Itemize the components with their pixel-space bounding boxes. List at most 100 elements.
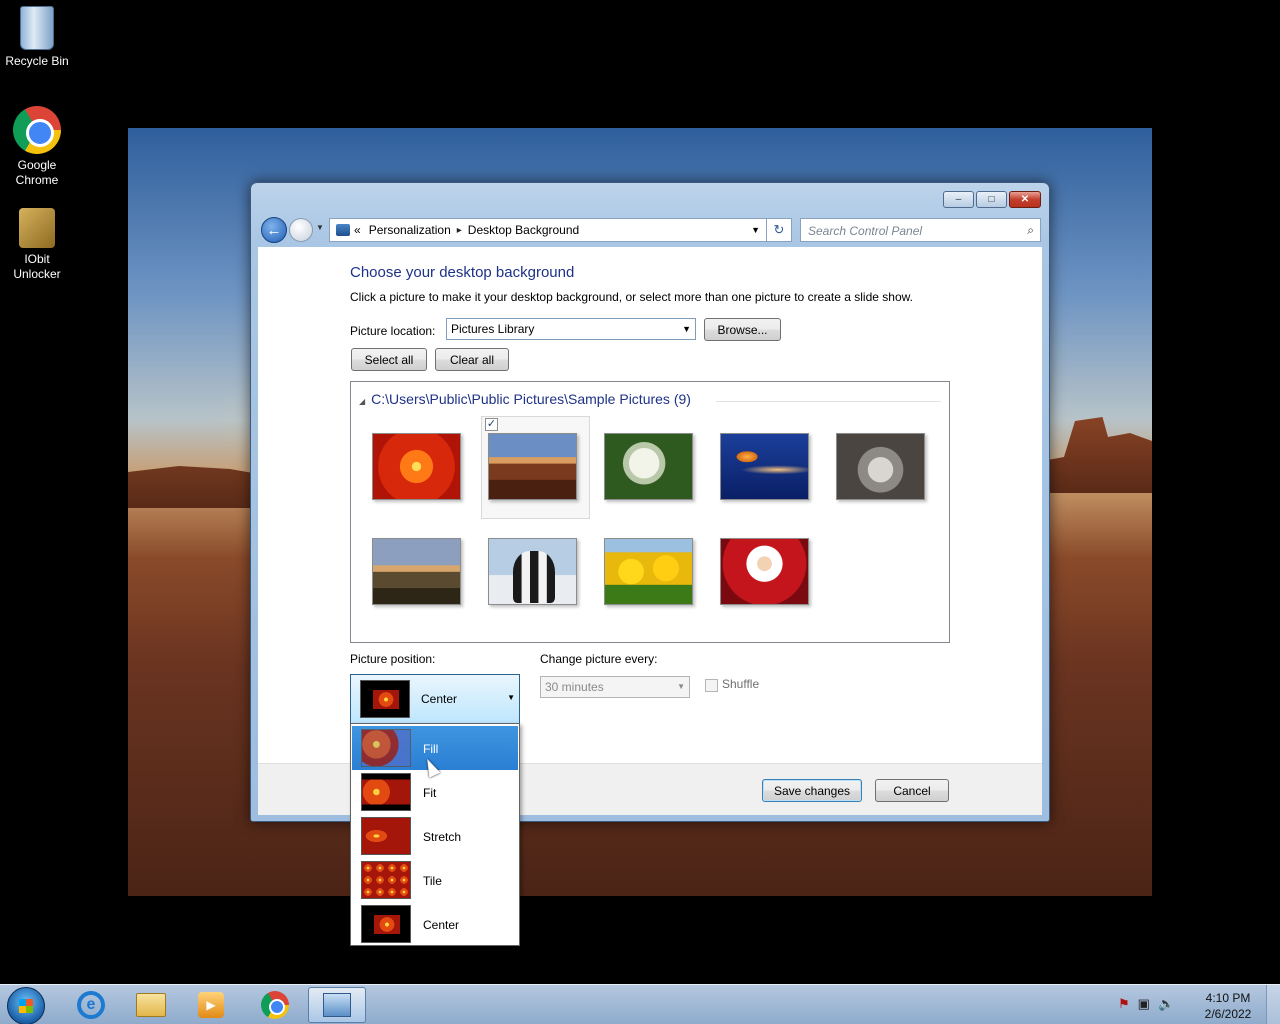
desktop-icon-iobit-unlocker[interactable]: IObit Unlocker — [0, 204, 74, 282]
picture-position-dropdown[interactable]: Fill Fit Stretch Tile Center — [350, 723, 520, 946]
action-center-flag-icon[interactable]: ⚑ — [1118, 996, 1130, 1012]
breadcrumb-desktop-background[interactable]: Desktop Background — [468, 223, 579, 237]
chevron-down-icon: ▼ — [677, 682, 685, 691]
center-preview-icon — [361, 905, 411, 943]
picture-position-label: Picture position: — [350, 652, 436, 666]
start-button[interactable] — [7, 987, 45, 1024]
fill-preview-icon — [361, 729, 411, 767]
system-tray: ⚑ ▣ 🔈 — [1118, 996, 1174, 1012]
search-input[interactable]: Search Control Panel ⌕ — [800, 218, 1041, 242]
breadcrumb-overflow[interactable]: « — [354, 223, 361, 237]
picture-location-label: Picture location: — [350, 324, 436, 338]
picture-thumbnail-desert[interactable] — [488, 433, 577, 500]
page-title: Choose your desktop background — [350, 264, 575, 281]
refresh-button[interactable]: ↻ — [767, 218, 792, 242]
desktop-icon-label: IObit Unlocker — [13, 252, 61, 281]
taskbar-control-panel[interactable] — [308, 987, 366, 1023]
picture-thumbnail-lighthouse[interactable] — [372, 538, 461, 605]
desktop-icon-label: Recycle Bin — [5, 54, 69, 68]
picture-thumbnail-tulips[interactable] — [604, 538, 693, 605]
taskbar-internet-explorer[interactable]: e — [62, 987, 120, 1023]
picture-thumbnail-santa[interactable] — [720, 538, 809, 605]
picture-position-value: Center — [421, 692, 458, 706]
picture-location-value: Pictures Library — [451, 322, 535, 336]
picture-list[interactable]: ◢ C:\Users\Public\Public Pictures\Sample … — [350, 381, 950, 643]
taskbar-clock[interactable]: 4:10 PM 2/6/2022 — [1196, 990, 1260, 1022]
forward-button[interactable] — [289, 218, 313, 242]
option-tile[interactable]: Tile — [352, 858, 518, 902]
cancel-button[interactable]: Cancel — [875, 779, 949, 802]
maximize-button[interactable]: □ — [976, 191, 1007, 208]
center-preview-icon — [360, 680, 410, 718]
page-description: Click a picture to make it your desktop … — [350, 290, 913, 304]
option-label: Fill — [423, 742, 439, 756]
show-desktop-button[interactable] — [1266, 985, 1280, 1024]
breadcrumb-separator-icon[interactable]: ▸ — [457, 225, 462, 236]
search-icon[interactable]: ⌕ — [1027, 223, 1034, 238]
navigation-bar: ← ▼ « Personalization ▸ Desktop Backgrou… — [259, 215, 1041, 243]
desktop-icon-chrome[interactable]: Google Chrome — [0, 106, 74, 188]
option-fit[interactable]: Fit — [352, 770, 518, 814]
caption-buttons: – □ ✕ — [943, 191, 1041, 208]
close-button[interactable]: ✕ — [1009, 191, 1041, 208]
chevron-down-icon: ▼ — [507, 693, 515, 702]
chrome-icon — [261, 991, 289, 1019]
option-label: Fit — [423, 786, 437, 800]
clear-all-button[interactable]: Clear all — [435, 348, 509, 371]
picture-position-select[interactable]: Center ▼ — [350, 674, 520, 724]
picture-thumbnail-jellyfish[interactable] — [720, 433, 809, 500]
picture-checkbox[interactable]: ✓ — [485, 418, 498, 431]
tile-preview-icon — [361, 861, 411, 899]
recent-pages-icon[interactable]: ▼ — [316, 223, 324, 232]
address-dropdown-icon[interactable]: ▼ — [751, 225, 760, 235]
picture-location-select[interactable]: Pictures Library ▼ — [446, 318, 696, 340]
option-label: Stretch — [423, 830, 462, 844]
content-pane: Choose your desktop background Click a p… — [258, 247, 1042, 763]
taskbar-media-player[interactable]: ▶ — [182, 987, 240, 1023]
folder-icon — [136, 993, 166, 1017]
select-all-button[interactable]: Select all — [351, 348, 427, 371]
picture-thumbnail-chrysanthemum[interactable] — [372, 433, 461, 500]
recycle-bin-icon — [20, 6, 54, 50]
taskbar-chrome[interactable] — [246, 987, 304, 1023]
option-stretch[interactable]: Stretch — [352, 814, 518, 858]
control-panel-icon — [336, 224, 350, 236]
picture-thumbnail-penguins[interactable] — [488, 538, 577, 605]
option-label: Center — [423, 918, 460, 932]
shuffle-checkbox[interactable] — [705, 679, 718, 692]
browse-button[interactable]: Browse... — [704, 318, 781, 341]
picture-group-header[interactable]: ◢ C:\Users\Public\Public Pictures\Sample … — [359, 391, 691, 407]
taskbar-windows-explorer[interactable] — [122, 987, 180, 1023]
picture-thumbnail-hydrangeas[interactable] — [604, 433, 693, 500]
clock-date: 2/6/2022 — [1204, 1007, 1252, 1021]
search-placeholder: Search Control Panel — [808, 224, 923, 238]
option-center[interactable]: Center — [352, 902, 518, 946]
address-bar[interactable]: « Personalization ▸ Desktop Background ▼ — [329, 218, 767, 242]
desktop-icon-label: Google Chrome — [15, 158, 59, 187]
picture-group-path: C:\Users\Public\Public Pictures\Sample P… — [371, 391, 691, 407]
media-player-icon: ▶ — [198, 992, 224, 1018]
internet-explorer-icon: e — [77, 991, 105, 1019]
change-picture-label: Change picture every: — [540, 652, 658, 666]
taskbar: e ▶ ⚑ ▣ 🔈 4:10 PM 2/6/2022 — [0, 984, 1280, 1024]
stretch-preview-icon — [361, 817, 411, 855]
minimize-button[interactable]: – — [943, 191, 974, 208]
wallpaper-mesa-right — [1042, 417, 1152, 493]
group-divider — [716, 401, 941, 402]
option-label: Tile — [423, 874, 442, 888]
save-changes-button[interactable]: Save changes — [762, 779, 862, 802]
network-icon[interactable]: ▣ — [1138, 996, 1150, 1012]
unlocker-icon — [19, 208, 55, 248]
shuffle-label: Shuffle — [722, 677, 760, 691]
breadcrumb-personalization[interactable]: Personalization — [369, 223, 451, 237]
volume-icon[interactable]: 🔈 — [1158, 996, 1174, 1012]
change-picture-select[interactable]: 30 minutes ▼ — [540, 676, 690, 698]
chrome-icon — [13, 106, 61, 154]
clock-time: 4:10 PM — [1205, 991, 1251, 1005]
change-picture-value: 30 minutes — [545, 680, 604, 694]
collapse-triangle-icon[interactable]: ◢ — [359, 397, 365, 406]
desktop-icon-recycle-bin[interactable]: Recycle Bin — [0, 6, 74, 69]
control-panel-icon — [323, 993, 351, 1017]
back-button[interactable]: ← — [261, 217, 287, 243]
picture-thumbnail-koala[interactable] — [836, 433, 925, 500]
